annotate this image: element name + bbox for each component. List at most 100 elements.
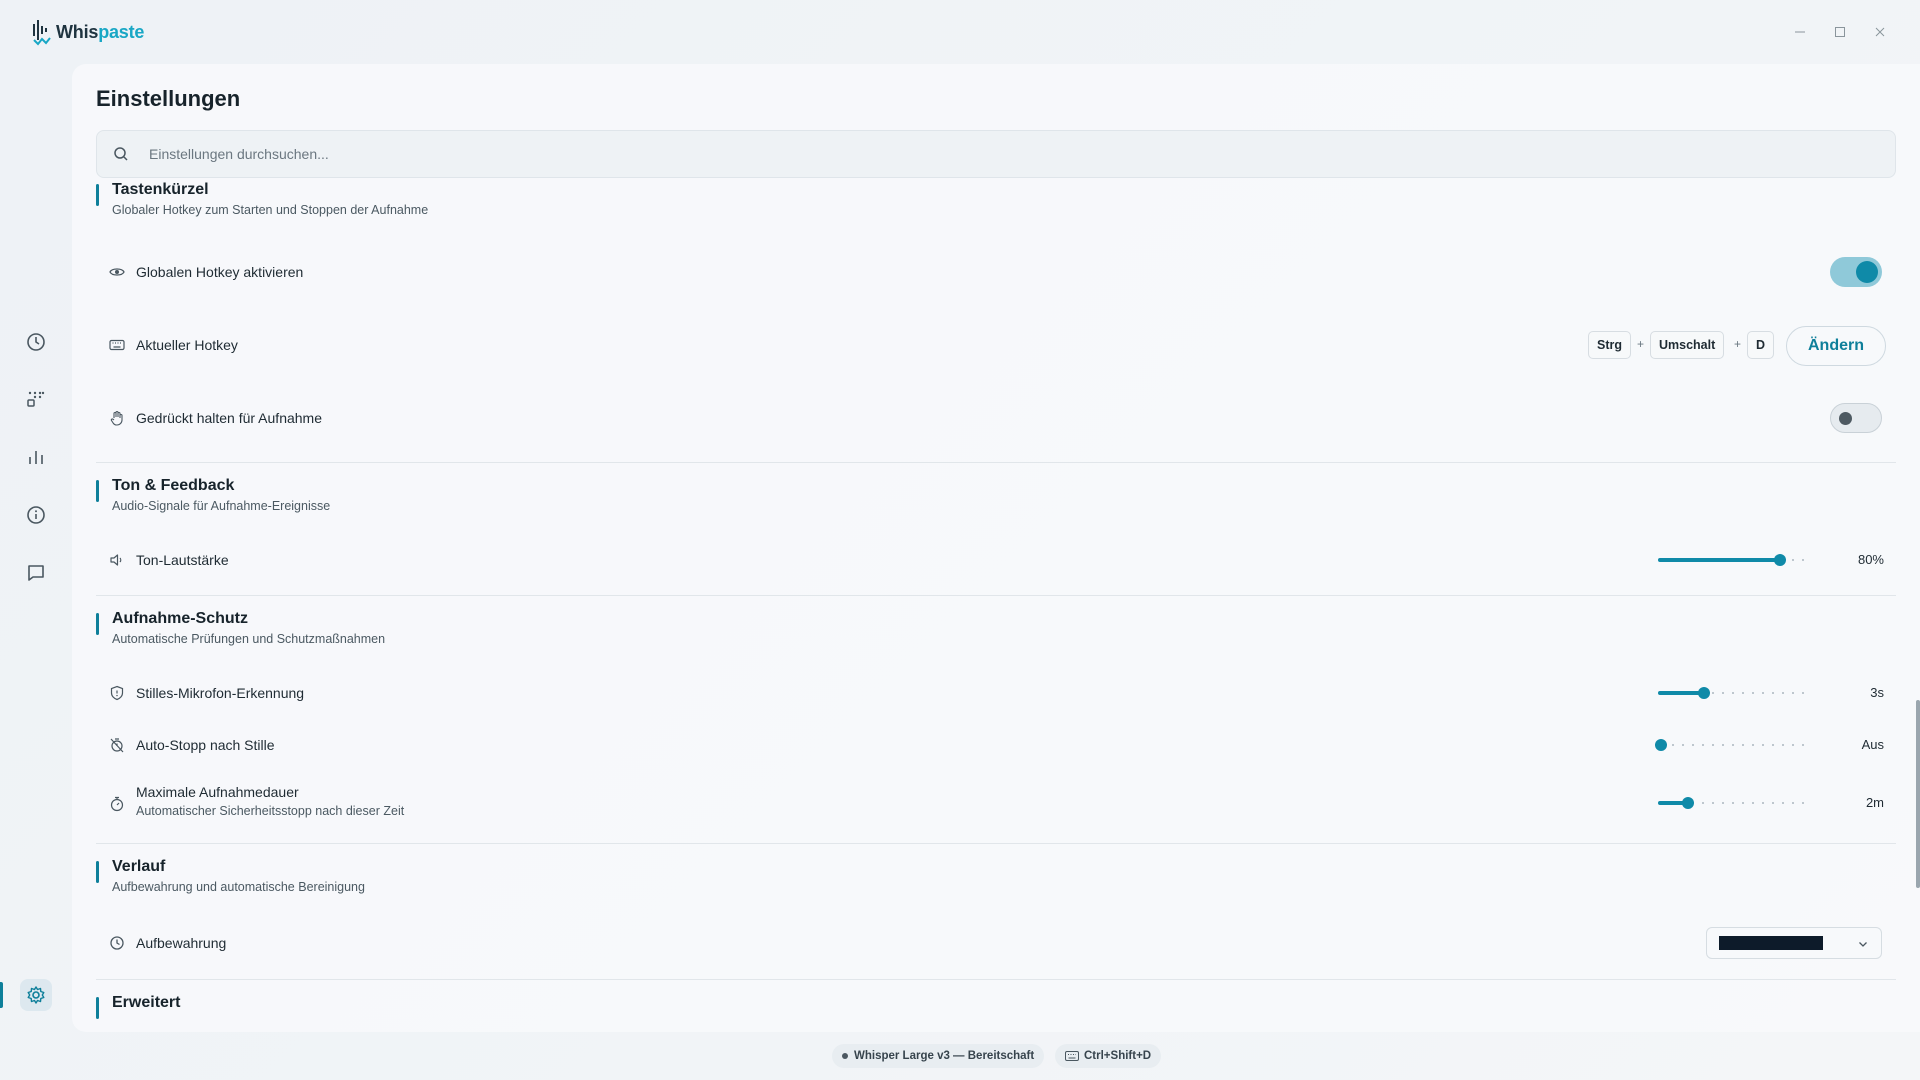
shield-icon [108, 684, 126, 702]
info-icon [27, 506, 45, 524]
gear-icon [27, 986, 45, 1004]
max-duration-slider[interactable] [1658, 795, 1810, 811]
chat-icon [28, 565, 44, 581]
hotkey-display: Strg + Umschalt + D [1587, 331, 1787, 359]
section-title: Verlauf [112, 858, 166, 875]
setting-row-volume: Ton-Lautstärke [96, 550, 1896, 570]
hotkey-status-text: Ctrl+Shift+D [1084, 1050, 1152, 1062]
hotkey-key: D [1747, 331, 1775, 359]
sidebar-item-shortcuts[interactable] [20, 383, 52, 415]
retention-selected-value [1719, 936, 1823, 950]
section-title: Aufnahme-Schutz [112, 610, 248, 627]
clock-icon [108, 934, 126, 952]
slider-track [1658, 744, 1810, 746]
search-input[interactable] [149, 131, 1895, 177]
hotkey-key: Umschalt [1650, 331, 1725, 359]
setting-label: Maximale Aufnahmedauer [136, 784, 299, 800]
setting-label: Ton-Lautstärke [136, 552, 229, 568]
sidebar-item-history[interactable] [20, 326, 52, 358]
silent-mic-value: 3s [1870, 685, 1884, 700]
section-title: Tastenkürzel [112, 181, 209, 198]
change-hotkey-button[interactable]: Ändern [1786, 326, 1886, 366]
search-box [96, 130, 1896, 178]
timer-off-icon [108, 736, 126, 754]
section-divider [96, 979, 1896, 980]
setting-row-retention: Aufbewahrung [96, 933, 1896, 953]
sidebar-item-info[interactable] [20, 499, 52, 531]
page-title: Einstellungen [96, 86, 241, 111]
app-name: Whispaste [56, 22, 144, 43]
slider-fill [1658, 558, 1780, 562]
section-subtitle: Aufbewahrung und automatische Bereinigun… [112, 880, 365, 894]
keyboard-icon [108, 336, 126, 354]
section-advanced-header: Erweitert [96, 993, 181, 1019]
hotkey-plus: + [1734, 337, 1742, 351]
slider-thumb[interactable] [1655, 739, 1667, 751]
speaker-icon [108, 551, 126, 569]
section-title: Erweitert [112, 994, 181, 1011]
auto-stop-slider[interactable] [1655, 737, 1810, 753]
minimize-icon [1795, 31, 1805, 33]
sidebar-item-settings[interactable] [20, 979, 52, 1011]
section-history-header: Verlauf Aufbewahrung und automatische Be… [96, 857, 365, 894]
setting-label: Aktueller Hotkey [136, 337, 238, 353]
hotkey-status-pill: Ctrl+Shift+D [1055, 1044, 1162, 1068]
app-name-part1: Whis [56, 21, 99, 42]
waveform-logo-icon [33, 20, 51, 46]
sidebar-item-statistics[interactable] [20, 441, 52, 473]
section-subtitle: Globaler Hotkey zum Starten und Stoppen … [112, 203, 429, 217]
keyboard-icon [1065, 1051, 1079, 1061]
section-accent-bar [96, 480, 99, 502]
section-subtitle: Automatische Prüfungen und Schutzmaßnahm… [112, 632, 386, 646]
settings-panel: Einstellungen Tastenkürzel Globaler Hotk… [72, 64, 1920, 1032]
model-status-pill: Whisper Large v3 — Bereitschaft [832, 1044, 1045, 1068]
hold-to-record-toggle[interactable] [1830, 403, 1882, 433]
status-dot [842, 1053, 848, 1059]
slider-thumb[interactable] [1774, 554, 1786, 566]
hand-icon [108, 409, 126, 427]
section-sound-header: Ton & Feedback Audio-Signale für Aufnahm… [96, 476, 330, 513]
setting-row-hold-to-record: Gedrückt halten für Aufnahme [96, 408, 1896, 428]
section-accent-bar [96, 861, 99, 883]
sidebar-item-feedback[interactable] [20, 557, 52, 589]
hotkey-plus: + [1637, 337, 1645, 351]
setting-label: Aufbewahrung [136, 935, 227, 951]
toggle-knob [1856, 261, 1878, 283]
setting-label: Stilles-Mikrofon-Erkennung [136, 685, 305, 701]
sidebar-active-indicator [0, 982, 3, 1008]
hotkey-key: Strg [1588, 331, 1631, 359]
setting-label: Auto-Stopp nach Stille [136, 737, 275, 753]
grid-icon [27, 391, 45, 407]
setting-row-max-duration: Maximale Aufnahmedauer Automatischer Sic… [96, 784, 1896, 824]
section-accent-bar [96, 613, 99, 635]
app-logo: Whispaste [32, 14, 144, 50]
silent-mic-slider[interactable] [1658, 685, 1810, 701]
setting-label: Gedrückt halten für Aufnahme [136, 410, 322, 426]
setting-label-group: Maximale Aufnahmedauer Automatischer Sic… [126, 784, 404, 818]
close-icon [1875, 27, 1885, 37]
stopwatch-icon [108, 795, 126, 813]
close-button[interactable] [1860, 18, 1900, 46]
volume-slider[interactable] [1658, 552, 1810, 568]
model-status-text: Whisper Large v3 — Bereitschaft [854, 1050, 1035, 1062]
section-subtitle: Audio-Signale für Aufnahme-Ereignisse [112, 499, 331, 513]
setting-row-silent-mic: Stilles-Mikrofon-Erkennung [96, 683, 1896, 703]
section-accent-bar [96, 184, 99, 206]
slider-thumb[interactable] [1698, 687, 1710, 699]
enable-hotkey-toggle[interactable] [1830, 257, 1882, 287]
setting-sublabel: Automatischer Sicherheitsstopp nach dies… [136, 804, 405, 818]
minimize-button[interactable] [1780, 18, 1820, 46]
section-protection-header: Aufnahme-Schutz Automatische Prüfungen u… [96, 609, 385, 646]
section-divider [96, 595, 1896, 596]
slider-thumb[interactable] [1682, 797, 1694, 809]
maximize-button[interactable] [1820, 18, 1860, 46]
setting-row-auto-stop: Auto-Stopp nach Stille [96, 735, 1896, 755]
auto-stop-value: Aus [1861, 737, 1884, 752]
volume-value: 80% [1857, 552, 1884, 567]
retention-select[interactable] [1706, 927, 1882, 959]
maximize-icon [1835, 27, 1845, 37]
panel-scrollbar[interactable] [1916, 700, 1920, 888]
section-hotkeys-header: Tastenkürzel Globaler Hotkey zum Starten… [96, 180, 428, 217]
search-icon [114, 147, 128, 161]
section-divider [96, 843, 1896, 844]
